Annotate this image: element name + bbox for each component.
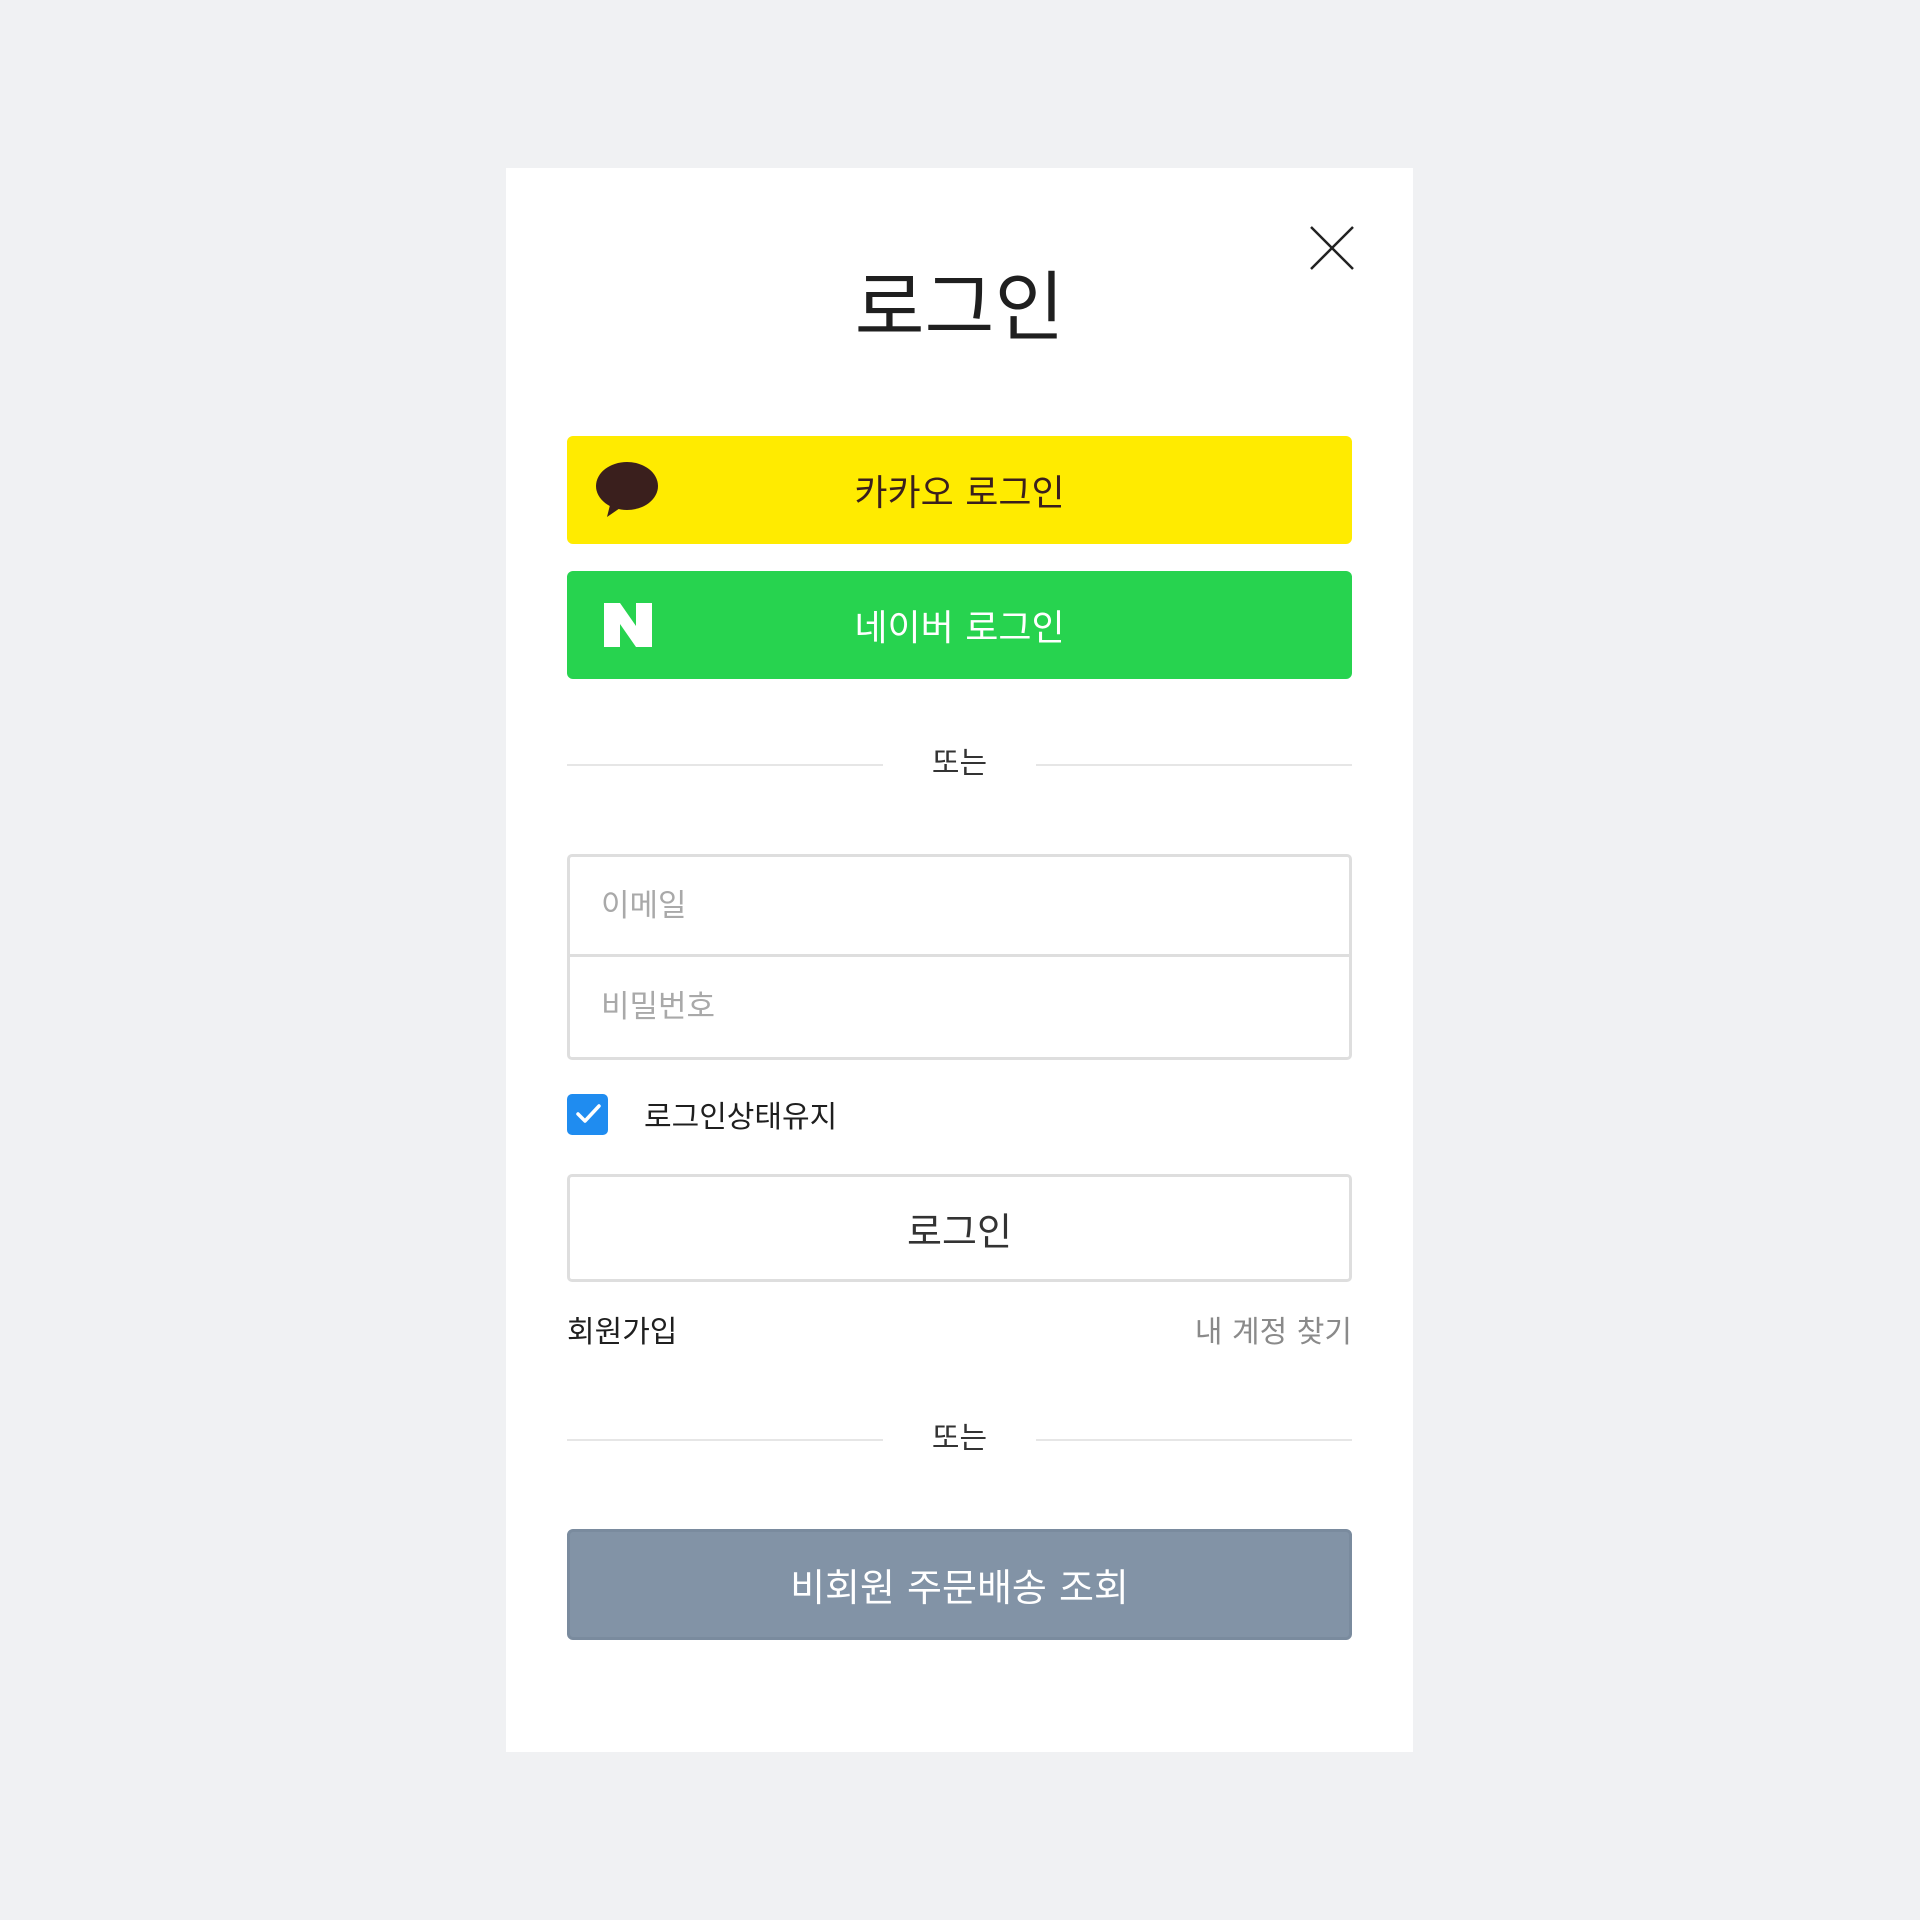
naver-n-icon (604, 603, 652, 647)
kakao-login-label: 카카오 로그인 (854, 473, 1065, 514)
naver-login-label: 네이버 로그인 (854, 608, 1065, 649)
login-submit-label: 로그인 (907, 1209, 1012, 1254)
email-input[interactable] (570, 857, 1349, 957)
account-links: 회원가입 내 계정 찾기 (567, 1311, 1352, 1355)
kakao-talk-bubble-icon (596, 462, 658, 517)
login-submit-button[interactable]: 로그인 (567, 1174, 1352, 1282)
login-modal: 로그인 카카오 로그인 네이버 로그인 또는 로그인상태유지 로그인 회 (506, 168, 1413, 1752)
keep-logged-in-option[interactable]: 로그인상태유지 (567, 1093, 837, 1135)
guest-order-lookup-label: 비회원 주문배송 조회 (790, 1566, 1129, 1610)
signup-link[interactable]: 회원가입 (567, 1311, 677, 1355)
password-input[interactable] (570, 957, 1349, 1057)
divider-line-right (1036, 1439, 1352, 1441)
guest-order-lookup-button[interactable]: 비회원 주문배송 조회 (567, 1529, 1352, 1640)
naver-login-button[interactable]: 네이버 로그인 (567, 571, 1352, 679)
or-divider-2: 또는 (567, 1419, 1352, 1459)
divider-line-right (1036, 764, 1352, 766)
checkmark-icon (575, 1104, 601, 1123)
or-divider: 또는 (567, 744, 1352, 784)
modal-title: 로그인 (854, 263, 1065, 352)
find-account-link[interactable]: 내 계정 찾기 (1195, 1311, 1352, 1355)
login-form-fields (567, 854, 1352, 1060)
kakao-login-button[interactable]: 카카오 로그인 (567, 436, 1352, 544)
keep-logged-in-checkbox[interactable] (567, 1093, 608, 1135)
keep-logged-in-label: 로그인상태유지 (644, 1100, 838, 1135)
